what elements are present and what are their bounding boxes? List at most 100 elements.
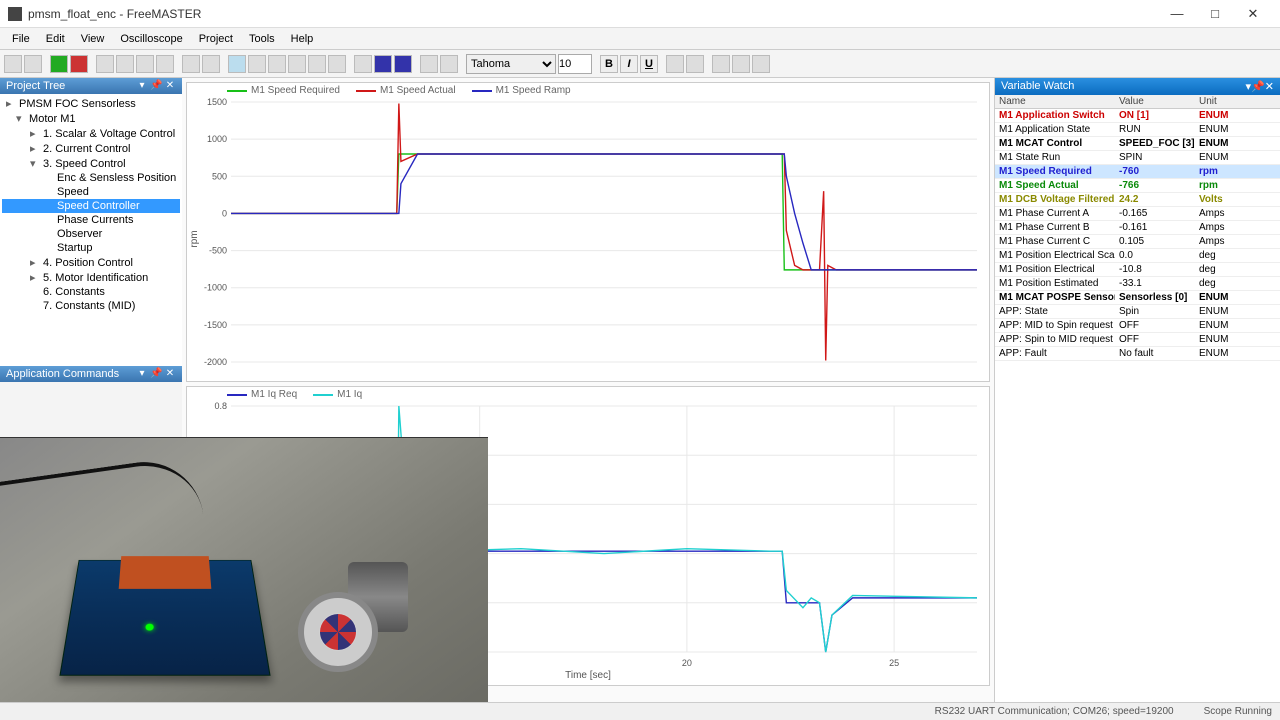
tool-generic-icon[interactable] xyxy=(156,55,174,73)
tool-arrow-down-icon[interactable] xyxy=(394,55,412,73)
tool-generic-icon[interactable] xyxy=(116,55,134,73)
var-value[interactable]: -0.165 xyxy=(1115,207,1195,220)
font-select[interactable]: Tahoma xyxy=(466,54,556,74)
tool-generic-icon[interactable] xyxy=(328,55,346,73)
tree-node[interactable]: ▸ 5. Motor Identification xyxy=(2,270,180,285)
menu-tools[interactable]: Tools xyxy=(241,33,283,45)
tree-node[interactable]: Startup xyxy=(2,241,180,255)
menu-edit[interactable]: Edit xyxy=(38,33,73,45)
tool-generic-icon[interactable] xyxy=(288,55,306,73)
tool-generic-icon[interactable] xyxy=(308,55,326,73)
tree-node[interactable]: Speed Controller xyxy=(2,199,180,213)
var-value[interactable]: -33.1 xyxy=(1115,277,1195,290)
align-center-icon[interactable] xyxy=(732,55,750,73)
tool-cursor-icon[interactable] xyxy=(228,55,246,73)
var-value[interactable]: 24.2 xyxy=(1115,193,1195,206)
tree-node[interactable]: 7. Constants (MID) xyxy=(2,299,180,313)
menu-help[interactable]: Help xyxy=(283,33,322,45)
maximize-button[interactable]: □ xyxy=(1196,3,1234,25)
tool-generic-icon[interactable] xyxy=(182,55,200,73)
tree-node[interactable]: Enc & Sensless Position xyxy=(2,171,180,185)
tree-node[interactable]: Speed xyxy=(2,185,180,199)
tool-arrow-up-icon[interactable] xyxy=(374,55,392,73)
panel-close-icon[interactable]: ✕ xyxy=(1265,80,1274,93)
bold-button[interactable]: B xyxy=(600,55,618,73)
tree-node[interactable]: ▸ 1. Scalar & Voltage Control xyxy=(2,126,180,141)
tool-generic-icon[interactable] xyxy=(136,55,154,73)
tree-node[interactable]: Observer xyxy=(2,227,180,241)
tree-node[interactable]: ▾ 3. Speed Control xyxy=(2,156,180,171)
table-row[interactable]: M1 Position Electrical-10.8deg xyxy=(995,263,1280,277)
col-header[interactable]: Unit xyxy=(1195,95,1255,108)
table-row[interactable]: M1 Phase Current C0.105Amps xyxy=(995,235,1280,249)
panel-close-icon[interactable]: ✕ xyxy=(164,368,176,380)
panel-dropdown-icon[interactable]: ▾ xyxy=(136,368,148,380)
tool-generic-icon[interactable] xyxy=(202,55,220,73)
var-value[interactable]: 0.0 xyxy=(1115,249,1195,262)
tool-save-icon[interactable] xyxy=(24,55,42,73)
tree-node[interactable]: ▸ 2. Current Control xyxy=(2,141,180,156)
panel-pin-icon[interactable]: 📌 xyxy=(1251,80,1265,93)
tool-generic-icon[interactable] xyxy=(268,55,286,73)
tree-node[interactable]: ▾ Motor M1 xyxy=(2,111,180,126)
table-row[interactable]: M1 Speed Actual-766rpm xyxy=(995,179,1280,193)
var-value[interactable]: -0.161 xyxy=(1115,221,1195,234)
tree-node[interactable]: Phase Currents xyxy=(2,213,180,227)
table-row[interactable]: APP: FaultNo faultENUM xyxy=(995,347,1280,361)
var-value[interactable]: No fault xyxy=(1115,347,1195,360)
tree-node[interactable]: ▸ 4. Position Control xyxy=(2,255,180,270)
menu-project[interactable]: Project xyxy=(191,33,241,45)
table-row[interactable]: APP: Spin to MID requestOFFENUM xyxy=(995,333,1280,347)
menu-oscilloscope[interactable]: Oscilloscope xyxy=(112,33,190,45)
var-value[interactable]: SPIN xyxy=(1115,151,1195,164)
table-row[interactable]: M1 Phase Current B-0.161Amps xyxy=(995,221,1280,235)
table-row[interactable]: M1 Speed Required-760rpm xyxy=(995,165,1280,179)
tool-open-icon[interactable] xyxy=(4,55,22,73)
table-row[interactable]: M1 Application StateRUNENUM xyxy=(995,123,1280,137)
minimize-button[interactable]: — xyxy=(1158,3,1196,25)
panel-dropdown-icon[interactable]: ▾ xyxy=(136,80,148,92)
var-value[interactable]: 0.105 xyxy=(1115,235,1195,248)
var-value[interactable]: Spin xyxy=(1115,305,1195,318)
panel-pin-icon[interactable]: 📌 xyxy=(150,368,162,380)
align-left-icon[interactable] xyxy=(712,55,730,73)
table-row[interactable]: M1 MCAT ControlSPEED_FOC [3]ENUM xyxy=(995,137,1280,151)
var-value[interactable]: -766 xyxy=(1115,179,1195,192)
table-row[interactable]: M1 MCAT POSPE SensorSensorless [0]ENUM xyxy=(995,291,1280,305)
var-value[interactable]: OFF xyxy=(1115,333,1195,346)
var-value[interactable]: -10.8 xyxy=(1115,263,1195,276)
align-right-icon[interactable] xyxy=(752,55,770,73)
menu-view[interactable]: View xyxy=(73,33,113,45)
tool-generic-icon[interactable] xyxy=(354,55,372,73)
var-value[interactable]: SPEED_FOC [3] xyxy=(1115,137,1195,150)
table-row[interactable]: M1 DCB Voltage Filtered24.2Volts xyxy=(995,193,1280,207)
tree-root[interactable]: ▸ PMSM FOC Sensorless xyxy=(2,96,180,111)
tool-stop-icon[interactable] xyxy=(70,55,88,73)
tool-play-icon[interactable] xyxy=(50,55,68,73)
col-header[interactable]: Name xyxy=(995,95,1115,108)
var-value[interactable]: Sensorless [0] xyxy=(1115,291,1195,304)
var-value[interactable]: ON [1] xyxy=(1115,109,1195,122)
var-value[interactable]: RUN xyxy=(1115,123,1195,136)
table-row[interactable]: APP: StateSpinENUM xyxy=(995,305,1280,319)
tool-generic-icon[interactable] xyxy=(440,55,458,73)
var-value[interactable]: OFF xyxy=(1115,319,1195,332)
tool-generic-icon[interactable] xyxy=(420,55,438,73)
fontsize-input[interactable] xyxy=(558,54,592,74)
tool-generic-icon[interactable] xyxy=(248,55,266,73)
project-tree[interactable]: ▸ PMSM FOC Sensorless▾ Motor M1▸ 1. Scal… xyxy=(0,94,182,366)
panel-close-icon[interactable]: ✕ xyxy=(164,80,176,92)
table-row[interactable]: APP: MID to Spin requestOFFENUM xyxy=(995,319,1280,333)
menu-file[interactable]: File xyxy=(4,33,38,45)
italic-button[interactable]: I xyxy=(620,55,638,73)
close-button[interactable]: ✕ xyxy=(1234,3,1272,25)
table-row[interactable]: M1 Application SwitchON [1]ENUM xyxy=(995,109,1280,123)
table-row[interactable]: M1 Position Estimated-33.1deg xyxy=(995,277,1280,291)
table-row[interactable]: M1 State RunSPINENUM xyxy=(995,151,1280,165)
col-header[interactable]: Value xyxy=(1115,95,1195,108)
tool-generic-icon[interactable] xyxy=(686,55,704,73)
table-row[interactable]: M1 Phase Current A-0.165Amps xyxy=(995,207,1280,221)
tree-node[interactable]: 6. Constants xyxy=(2,285,180,299)
table-row[interactable]: M1 Position Electrical Scalar0.0deg xyxy=(995,249,1280,263)
underline-button[interactable]: U xyxy=(640,55,658,73)
